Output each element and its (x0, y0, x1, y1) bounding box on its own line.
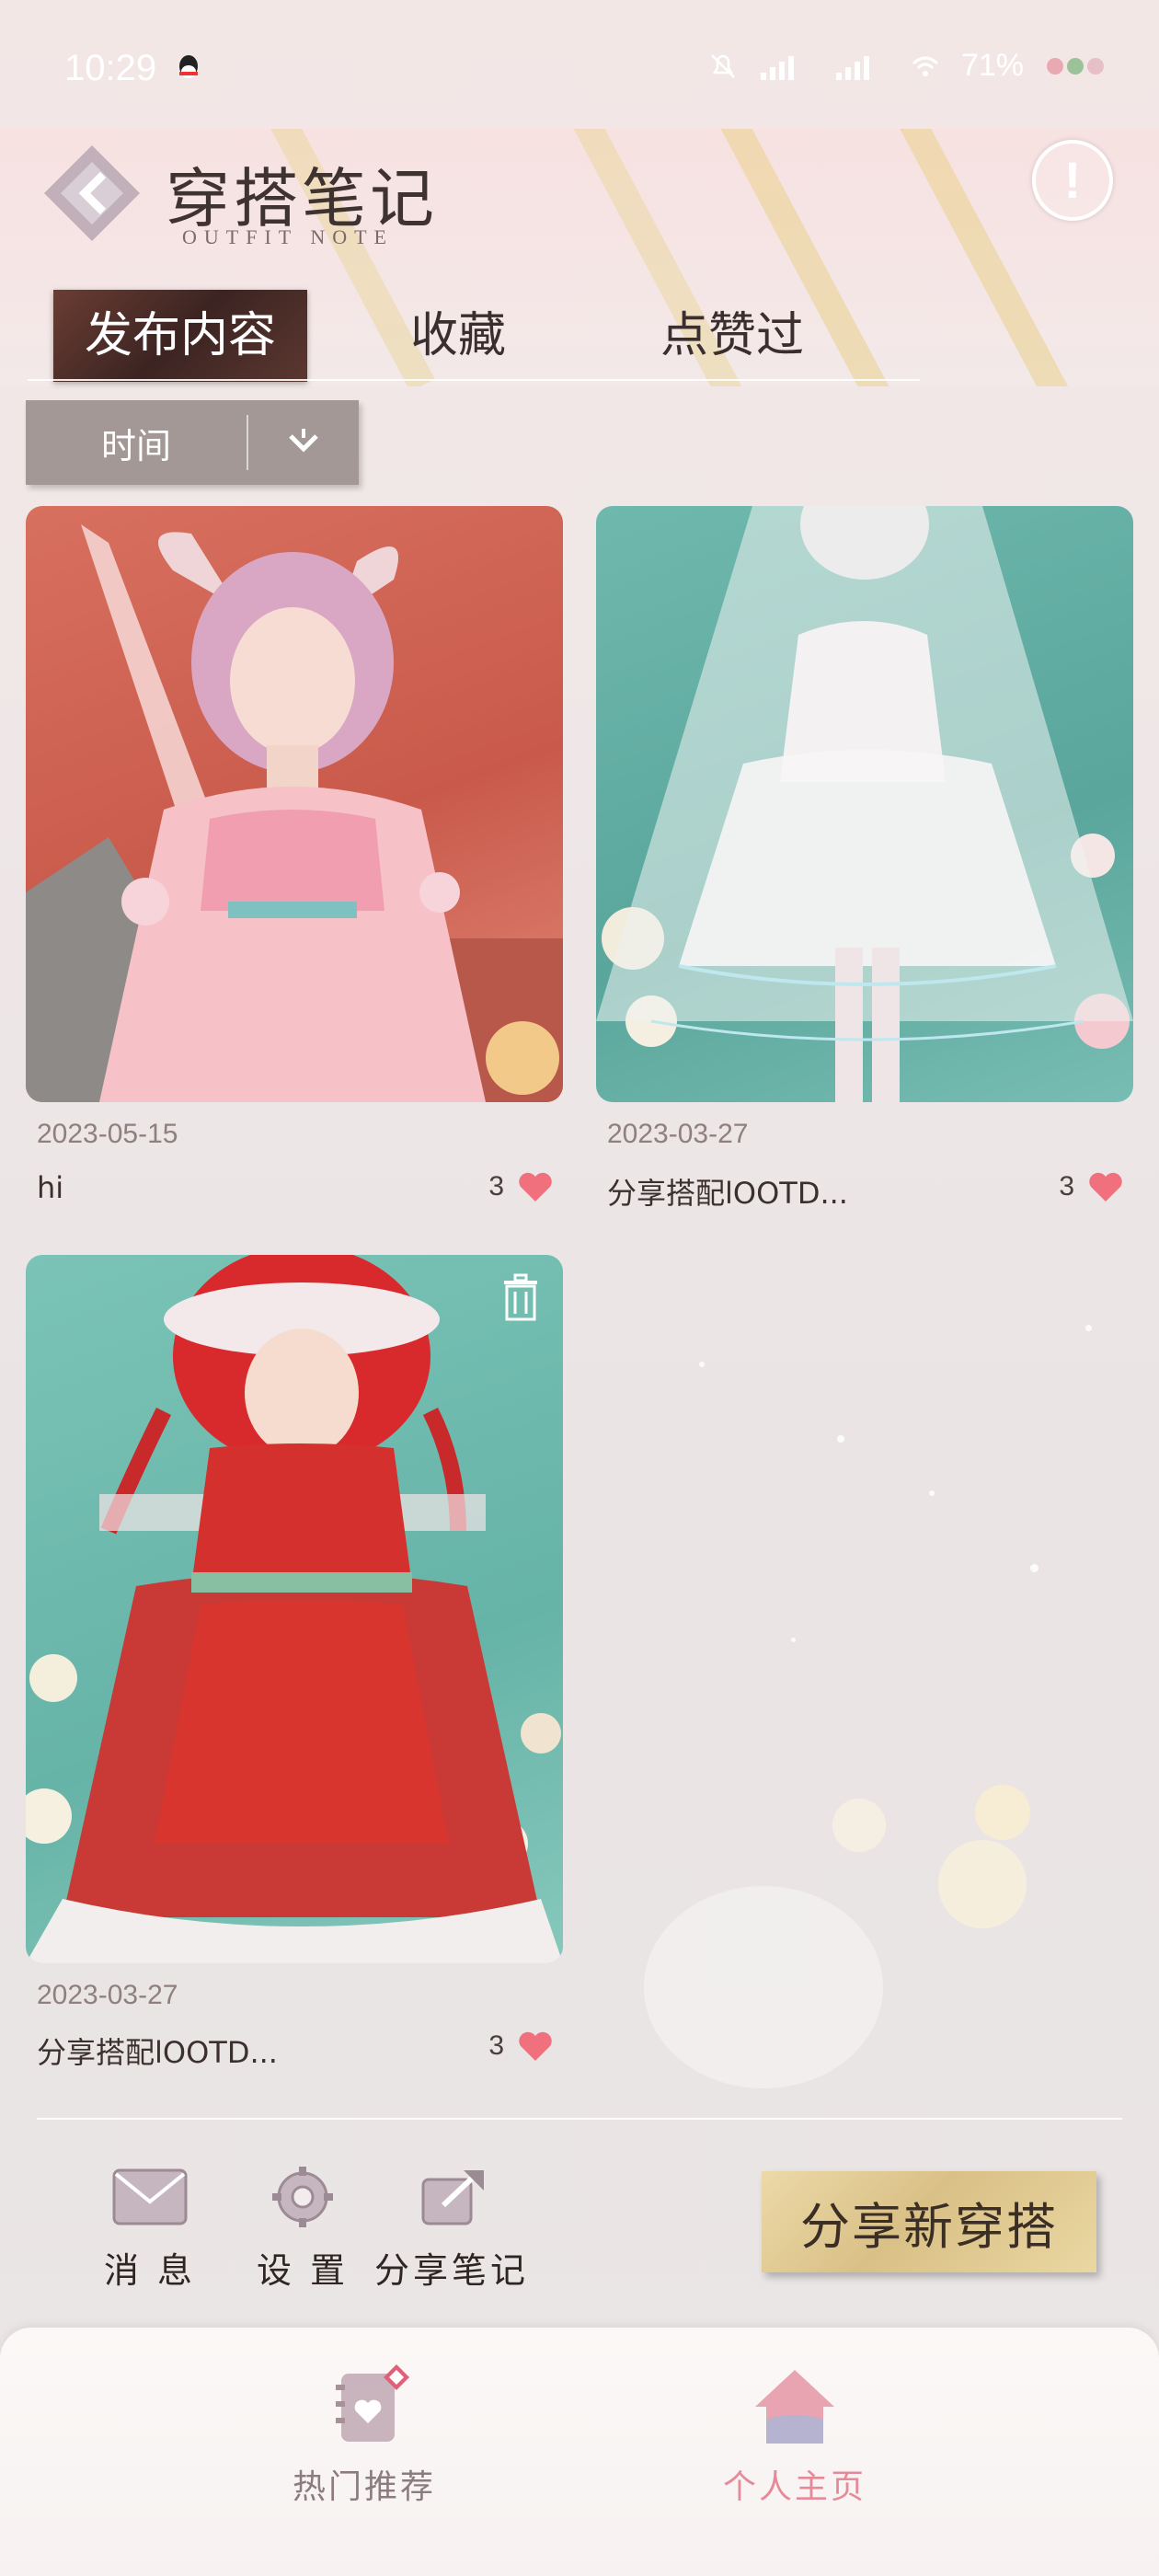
app-flower-icon (1047, 57, 1104, 75)
nav-hot-label: 热门推荐 (292, 2468, 436, 2506)
status-time: 10:29 (64, 48, 157, 88)
sort-toggle[interactable] (248, 400, 359, 485)
battery-text: 71% (960, 48, 1024, 83)
tab-divider (28, 379, 920, 381)
message-label: 消 息 (103, 2250, 197, 2291)
back-button[interactable] (37, 138, 147, 248)
post-title: 分享搭配lOOTD... (37, 2035, 278, 2070)
share-note-label: 分享笔记 (373, 2250, 529, 2291)
page-subtitle: OUTFIT NOTE (182, 225, 394, 248)
tab-published[interactable]: 发布内容 (53, 290, 307, 382)
chevron-down-icon (289, 429, 318, 453)
post-title: hi (37, 1170, 64, 1205)
outfit-card[interactable]: 2023-05-15 hi 3 (26, 506, 563, 1205)
mute-bell-icon (711, 53, 735, 78)
bottom-navigation: 热门推荐 个人主页 (0, 2328, 1159, 2576)
notebook-heart-icon (336, 2364, 409, 2442)
qq-icon (179, 55, 198, 78)
home-icon (755, 2370, 834, 2444)
outfit-card[interactable]: 2023-03-27 分享搭配lOOTD... 3 (596, 506, 1133, 1211)
outfit-image[interactable] (26, 506, 563, 1102)
heart-icon[interactable] (517, 1170, 554, 1203)
toolbar-divider (37, 2118, 1122, 2120)
message-button[interactable]: 消 息 (72, 2167, 228, 2293)
signal-icon (760, 55, 794, 80)
like-count: 3 (488, 2030, 504, 2061)
content-tabs: 发布内容 收藏 点赞过 (53, 290, 973, 382)
settings-label: 设 置 (256, 2250, 350, 2291)
like-group[interactable]: 3 (1059, 1170, 1124, 1203)
like-group[interactable]: 3 (488, 2030, 554, 2063)
outfit-illustration (26, 1255, 563, 1963)
post-date: 2023-03-27 (607, 1119, 749, 1149)
outfit-image[interactable] (26, 1255, 563, 1963)
status-indicators: 71% (707, 48, 1108, 84)
signal-2-icon (835, 55, 869, 80)
outfit-card[interactable]: 2023-03-27 分享搭配lOOTD... 3 (26, 1255, 563, 2070)
nav-home[interactable]: 个人主页 (657, 2364, 933, 2508)
post-title: 分享搭配lOOTD... (607, 1176, 848, 1211)
tab-favorites[interactable]: 收藏 (410, 290, 506, 382)
trash-icon[interactable] (499, 1271, 543, 1323)
nav-hot-recommend[interactable]: 热门推荐 (226, 2364, 502, 2508)
info-button[interactable]: ! (1032, 140, 1113, 221)
wifi-icon (912, 56, 938, 76)
tab-liked[interactable]: 点赞过 (660, 290, 804, 382)
like-count: 3 (1059, 1171, 1074, 1202)
heart-icon[interactable] (1087, 1170, 1124, 1203)
share-new-outfit-button[interactable]: 分享新穿搭 (762, 2171, 1096, 2272)
status-bar: 10:29 71% (0, 0, 1159, 138)
sort-dropdown[interactable]: 时间 (26, 400, 359, 485)
outfit-illustration (596, 506, 1133, 1102)
envelope-icon (112, 2168, 188, 2225)
outfit-illustration (26, 524, 563, 1102)
like-group[interactable]: 3 (488, 1170, 554, 1203)
post-date: 2023-05-15 (37, 1119, 178, 1149)
heart-icon[interactable] (517, 2030, 554, 2063)
like-count: 3 (488, 1171, 504, 1202)
nav-home-label: 个人主页 (722, 2468, 866, 2506)
outfit-image[interactable] (596, 506, 1133, 1102)
sort-label: 时间 (100, 425, 171, 466)
share-icon (421, 2170, 484, 2225)
gear-icon (272, 2167, 333, 2227)
settings-button[interactable]: 设 置 (224, 2167, 381, 2293)
post-date: 2023-03-27 (37, 1980, 178, 2010)
share-note-button[interactable]: 分享笔记 (373, 2167, 530, 2293)
